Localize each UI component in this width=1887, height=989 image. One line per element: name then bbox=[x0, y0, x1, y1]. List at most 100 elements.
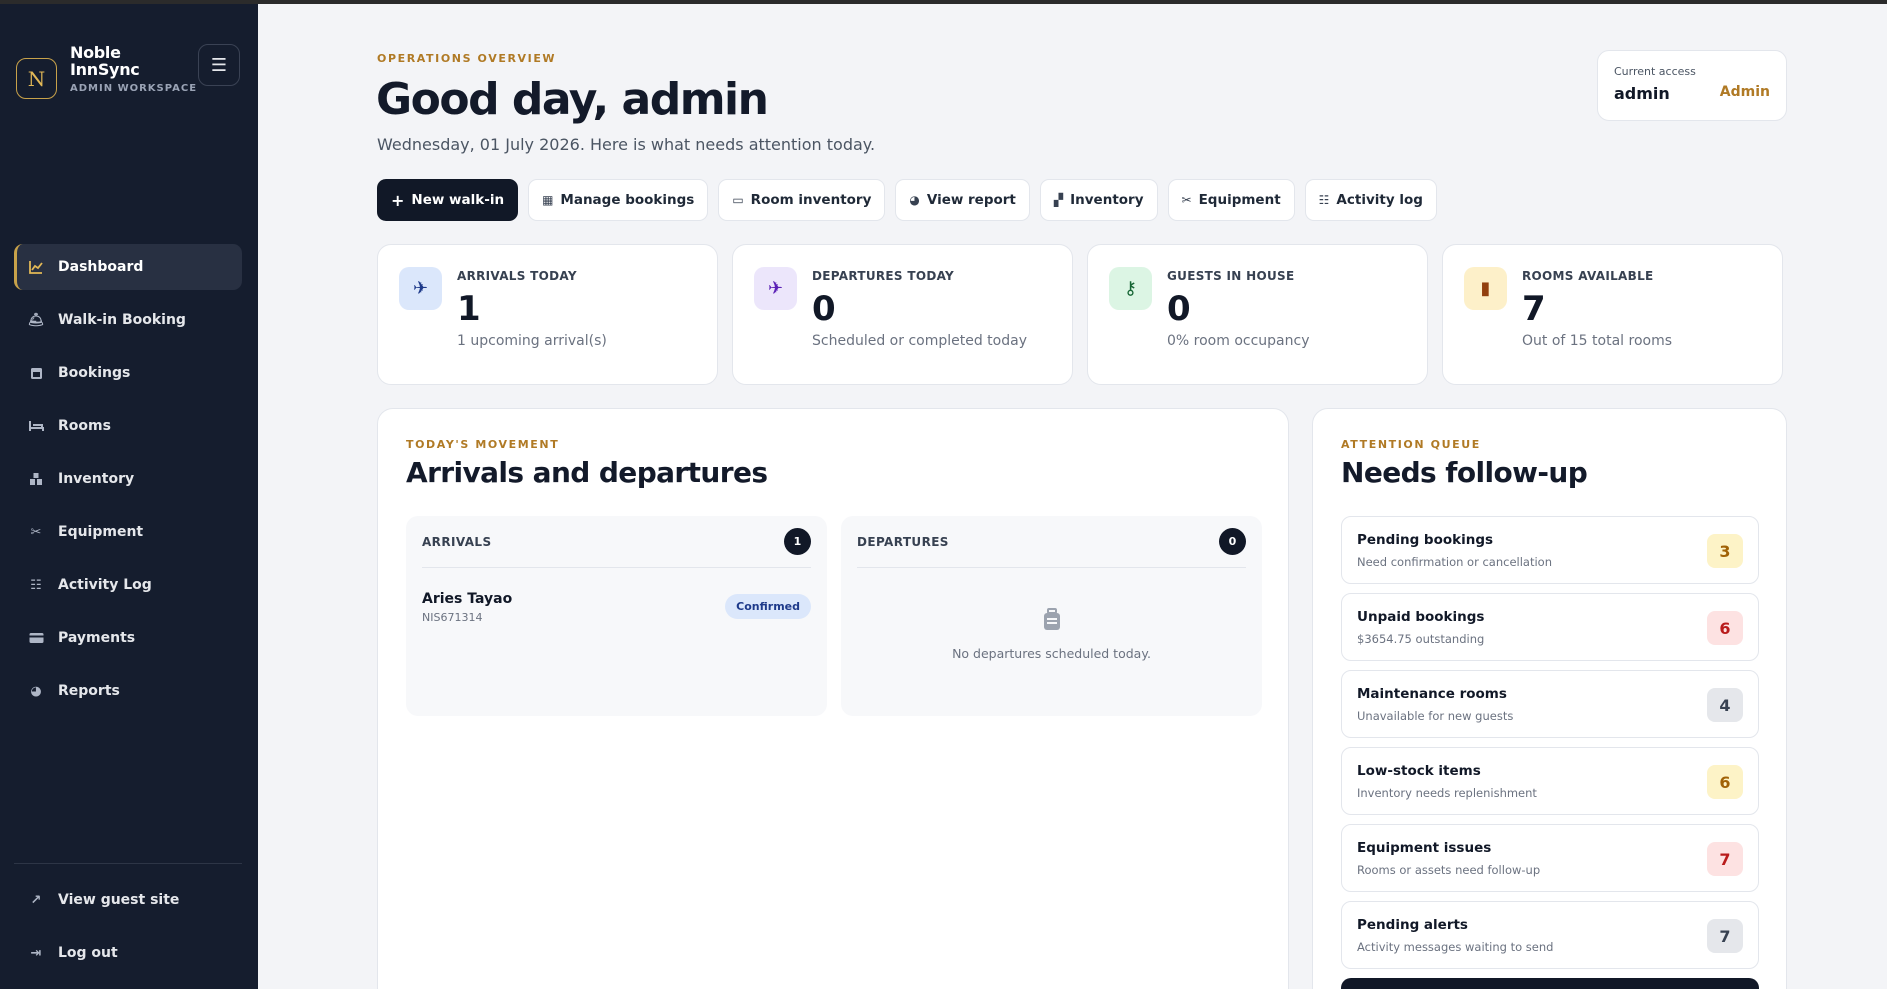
tools-icon: ✂ bbox=[1181, 193, 1192, 207]
action-label: New walk-in bbox=[411, 192, 505, 208]
count-badge: 4 bbox=[1707, 688, 1743, 722]
count-badge: 6 bbox=[1707, 611, 1743, 645]
menu-toggle-button[interactable]: ☰ bbox=[198, 44, 240, 86]
stat-label: ARRIVALS TODAY bbox=[457, 269, 577, 283]
stat-card-departures: ✈ DEPARTURES TODAY 0 Scheduled or comple… bbox=[732, 244, 1073, 385]
view-report-button[interactable]: ◕ View report bbox=[895, 179, 1030, 221]
access-user: admin bbox=[1614, 84, 1670, 103]
calendar-icon: ▦ bbox=[542, 193, 554, 207]
logout-button[interactable]: ⇥ Log out bbox=[14, 930, 242, 976]
queue-title: Low-stock items bbox=[1357, 763, 1481, 779]
queue-item-pending-bookings[interactable]: Pending bookings Need confirmation or ca… bbox=[1341, 516, 1759, 584]
sidebar-item-rooms[interactable]: Rooms bbox=[14, 403, 242, 449]
attention-list: Pending bookings Need confirmation or ca… bbox=[1341, 516, 1759, 989]
top-border bbox=[0, 0, 1887, 4]
action-label: View report bbox=[926, 192, 1016, 208]
queue-item-low-stock[interactable]: Low-stock items Inventory needs replenis… bbox=[1341, 747, 1759, 815]
count-badge: 0 bbox=[1219, 528, 1246, 555]
queue-title: Equipment issues bbox=[1357, 840, 1492, 856]
panel-title: Arrivals and departures bbox=[406, 456, 768, 489]
stat-value: 0 bbox=[1167, 289, 1191, 329]
sidebar-item-label: Walk-in Booking bbox=[58, 312, 186, 328]
queue-item-maintenance-rooms[interactable]: Maintenance rooms Unavailable for new gu… bbox=[1341, 670, 1759, 738]
room-inventory-button[interactable]: ▭ Room inventory bbox=[718, 179, 886, 221]
access-role: Admin bbox=[1719, 84, 1770, 100]
view-guest-site-link[interactable]: ↗ View guest site bbox=[14, 877, 242, 923]
guest-name: Aries Tayao bbox=[422, 591, 513, 607]
queue-item-unpaid-bookings[interactable]: Unpaid bookings $3654.75 outstanding 6 bbox=[1341, 593, 1759, 661]
sidebar-item-label: Dashboard bbox=[58, 259, 144, 275]
sidebar-item-label: Equipment bbox=[58, 524, 144, 540]
sidebar-item-reports[interactable]: ◕ Reports bbox=[14, 668, 242, 714]
equipment-button[interactable]: ✂ Equipment bbox=[1167, 179, 1295, 221]
queue-sub: Rooms or assets need follow-up bbox=[1357, 863, 1541, 877]
sidebar-item-label: View guest site bbox=[58, 892, 180, 908]
page-title: Good day, admin bbox=[376, 74, 769, 125]
chart-line-icon bbox=[28, 259, 44, 275]
queue-sub: $3654.75 outstanding bbox=[1357, 632, 1485, 646]
plus-icon: + bbox=[391, 190, 405, 210]
sidebar-item-label: Reports bbox=[58, 683, 120, 699]
boxes-icon: ▞ bbox=[1053, 193, 1064, 207]
logout-icon: ⇥ bbox=[30, 945, 42, 961]
plane-arrival-icon: ✈ bbox=[399, 267, 442, 310]
sidebar-item-activity-log[interactable]: ☷ Activity Log bbox=[14, 562, 242, 608]
hamburger-icon: ☰ bbox=[210, 54, 228, 76]
queue-footer-button[interactable] bbox=[1341, 978, 1759, 989]
brand-subtitle: ADMIN WORKSPACE bbox=[70, 83, 198, 94]
stat-value: 0 bbox=[812, 289, 836, 329]
stat-label: ROOMS AVAILABLE bbox=[1522, 269, 1654, 283]
queue-item-equipment-issues[interactable]: Equipment issues Rooms or assets need fo… bbox=[1341, 824, 1759, 892]
action-label: Room inventory bbox=[750, 192, 872, 208]
queue-title: Pending bookings bbox=[1357, 532, 1494, 548]
action-label: Equipment bbox=[1198, 192, 1281, 208]
column-title: ARRIVALS bbox=[422, 534, 492, 549]
sidebar-item-walk-in-booking[interactable]: 🛎 Walk-in Booking bbox=[14, 297, 242, 343]
sidebar-item-dashboard[interactable]: Dashboard bbox=[14, 244, 242, 290]
sidebar-item-payments[interactable]: Payments bbox=[14, 615, 242, 661]
sidebar-item-bookings[interactable]: Bookings bbox=[14, 350, 242, 396]
count-badge: 3 bbox=[1707, 534, 1743, 568]
booking-code: NIS671314 bbox=[422, 611, 483, 624]
plane-departure-icon: ✈ bbox=[754, 267, 797, 310]
sidebar-item-label: Inventory bbox=[58, 471, 135, 487]
date-line: Wednesday, 01 July 2026. Here is what ne… bbox=[377, 135, 876, 154]
stat-cards: ✈ ARRIVALS TODAY 1 1 upcoming arrival(s)… bbox=[377, 244, 1783, 385]
count-badge: 1 bbox=[784, 528, 811, 555]
departures-column: DEPARTURES 0 No departures scheduled tod… bbox=[841, 516, 1262, 716]
list-icon: ☷ bbox=[1318, 193, 1330, 207]
sidebar-item-inventory[interactable]: Inventory bbox=[14, 456, 242, 502]
page-eyebrow: OPERATIONS OVERVIEW bbox=[377, 52, 557, 65]
sidebar-divider bbox=[14, 863, 242, 864]
activity-log-button[interactable]: ☷ Activity log bbox=[1304, 179, 1437, 221]
brand-name: Noble InnSync bbox=[70, 43, 140, 79]
empty-text: No departures scheduled today. bbox=[952, 646, 1151, 661]
panel-title: Needs follow-up bbox=[1341, 456, 1588, 489]
list-icon: ☷ bbox=[30, 577, 42, 593]
queue-item-pending-alerts[interactable]: Pending alerts Activity messages waiting… bbox=[1341, 901, 1759, 969]
sidebar: N Noble InnSync ADMIN WORKSPACE ☰ Dashbo… bbox=[0, 0, 258, 989]
manage-bookings-button[interactable]: ▦ Manage bookings bbox=[528, 179, 709, 221]
action-label: Activity log bbox=[1336, 192, 1423, 208]
status-badge: Confirmed bbox=[725, 594, 811, 619]
key-icon: ⚷ bbox=[1109, 267, 1152, 310]
current-access-card: Current access admin Admin bbox=[1597, 50, 1787, 121]
list-item[interactable]: Aries Tayao NIS671314 Confirmed bbox=[422, 591, 811, 624]
action-label: Inventory bbox=[1070, 192, 1144, 208]
stat-card-guests: ⚷ GUESTS IN HOUSE 0 0% room occupancy bbox=[1087, 244, 1428, 385]
bed-icon: ▭ bbox=[732, 193, 744, 207]
calendar-icon bbox=[28, 365, 44, 381]
stat-label: GUESTS IN HOUSE bbox=[1167, 269, 1295, 283]
queue-sub: Activity messages waiting to send bbox=[1357, 940, 1554, 954]
queue-sub: Inventory needs replenishment bbox=[1357, 786, 1537, 800]
sidebar-item-equipment[interactable]: ✂ Equipment bbox=[14, 509, 242, 555]
inventory-button[interactable]: ▞ Inventory bbox=[1039, 179, 1158, 221]
sidebar-item-label: Payments bbox=[58, 630, 136, 646]
new-walk-in-button[interactable]: + New walk-in bbox=[377, 179, 519, 221]
stat-card-rooms: ▮ ROOMS AVAILABLE 7 Out of 15 total room… bbox=[1442, 244, 1783, 385]
luggage-icon bbox=[841, 608, 1262, 638]
access-label: Current access bbox=[1614, 65, 1696, 78]
door-icon: ▮ bbox=[1464, 267, 1507, 310]
panel-eyebrow: ATTENTION QUEUE bbox=[1341, 438, 1481, 451]
sidebar-item-label: Log out bbox=[58, 945, 118, 961]
